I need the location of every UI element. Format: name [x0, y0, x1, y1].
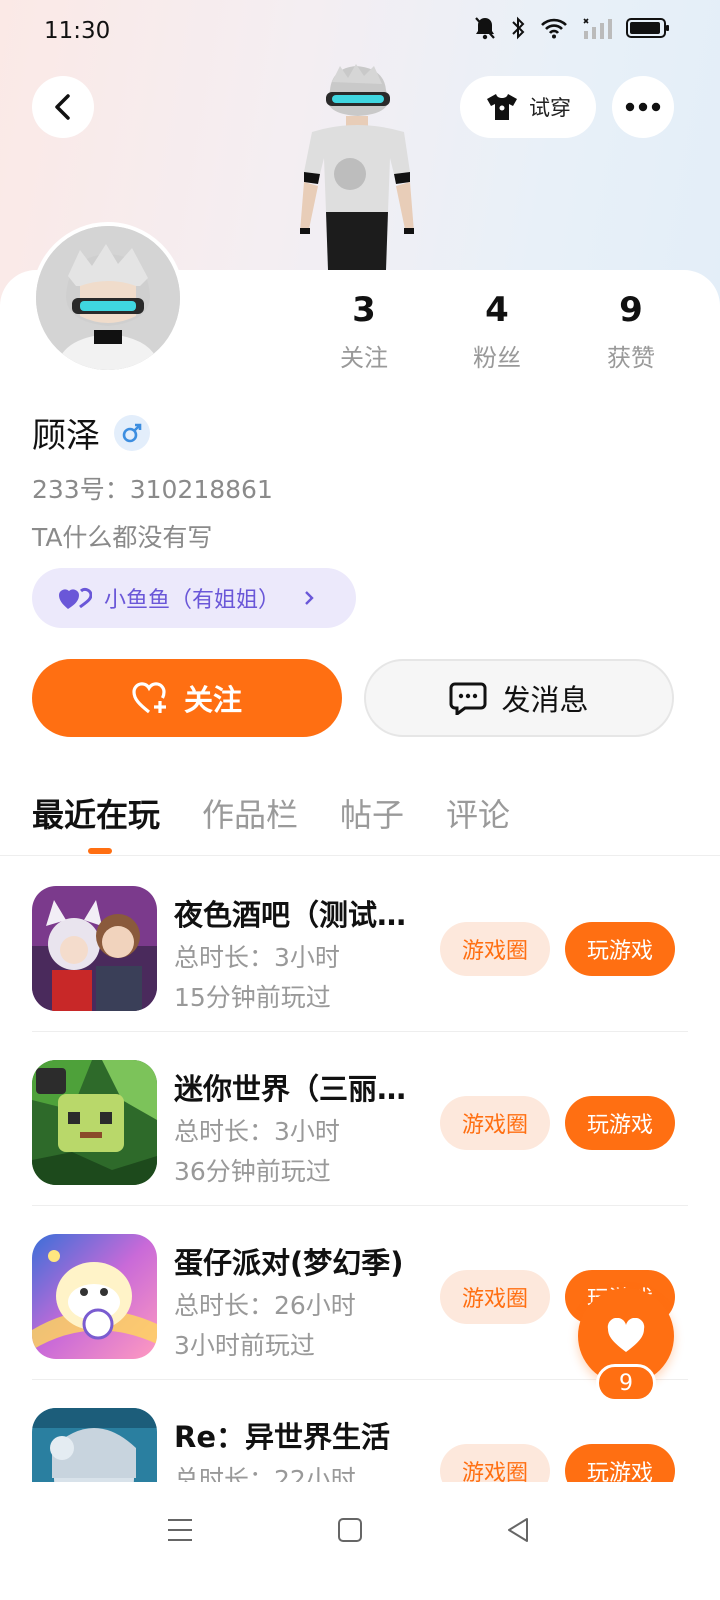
message-label: 发消息	[501, 683, 589, 717]
battery-icon	[626, 18, 669, 38]
avatar[interactable]	[32, 222, 184, 374]
stat-fans-label: 粉丝	[473, 344, 521, 372]
avatar-image	[36, 226, 180, 370]
game-title: Re：异世界生活	[174, 1420, 390, 1454]
user-name: 顾泽	[32, 416, 100, 456]
try-on-label: 试穿	[529, 96, 571, 120]
status-bar: 11:30	[0, 0, 720, 64]
stat-following-label: 关注	[340, 344, 388, 372]
game-title: 夜色酒吧（测试服）	[174, 898, 424, 932]
game-last-played: 15分钟前玩过	[174, 983, 331, 1012]
home-icon	[338, 1518, 362, 1542]
tab-divider	[0, 855, 720, 856]
relation-label: 小鱼鱼（有姐姐）	[104, 588, 281, 613]
chat-icon	[449, 682, 487, 715]
game-duration: 总时长：3小时	[174, 943, 340, 972]
game-duration: 总时长：22小时	[174, 1465, 356, 1482]
double-heart-icon	[59, 587, 92, 609]
game-row[interactable]: 迷你世界（三丽鸥） 总时长：3小时 36分钟前玩过 游戏圈 玩游戏	[0, 1032, 720, 1206]
status-time: 11:30	[44, 18, 111, 44]
message-button[interactable]: 发消息	[364, 659, 674, 737]
game-icon-image	[32, 886, 157, 1011]
play-game-button[interactable]: 玩游戏	[565, 1096, 675, 1150]
game-icon-image	[32, 1234, 157, 1359]
menu-nav-button[interactable]	[160, 1510, 200, 1550]
tab-posts[interactable]: 帖子	[340, 790, 404, 836]
back-nav-button[interactable]	[498, 1510, 538, 1550]
content-tabs: 最近在玩 作品栏 帖子 评论	[32, 790, 510, 836]
stat-following-count: 3	[352, 290, 376, 330]
tab-recent-play[interactable]: 最近在玩	[32, 790, 160, 836]
try-on-button[interactable]: 试穿	[460, 76, 596, 138]
mute-icon	[475, 17, 495, 40]
follow-label: 关注	[183, 683, 242, 717]
gender-badge	[114, 414, 150, 451]
heart-icon	[607, 1318, 645, 1352]
game-circle-button[interactable]: 游戏圈	[440, 1444, 550, 1482]
system-nav-bar	[0, 1482, 720, 1600]
game-duration: 总时长：3小时	[174, 1117, 340, 1146]
stat-likes[interactable]: 9 获赞	[571, 290, 691, 373]
heart-add-icon	[132, 682, 166, 714]
game-duration: 总时长：26小时	[174, 1291, 356, 1320]
game-last-played: 3小时前玩过	[174, 1331, 315, 1360]
game-circle-button[interactable]: 游戏圈	[440, 1096, 550, 1150]
user-id: 233号：310218861	[32, 475, 273, 504]
stat-fans[interactable]: 4 粉丝	[437, 290, 557, 373]
more-icon	[625, 102, 661, 112]
name-row: 顾泽	[32, 408, 150, 457]
more-button[interactable]	[612, 76, 674, 138]
avatar-3d-figure[interactable]	[292, 62, 422, 270]
stat-following[interactable]: 3 关注	[304, 290, 424, 373]
game-icon-image	[32, 1408, 157, 1482]
menu-icon	[168, 1519, 192, 1541]
status-icons	[474, 16, 670, 40]
signal-icon	[583, 18, 612, 39]
relation-chip[interactable]: 小鱼鱼（有姐姐）	[32, 568, 356, 628]
game-icon-image	[32, 1060, 157, 1185]
chevron-right-icon	[305, 591, 314, 605]
game-title: 蛋仔派对(梦幻季)	[174, 1246, 404, 1280]
user-bio: TA什么都没有写	[32, 523, 213, 552]
game-circle-button[interactable]: 游戏圈	[440, 1270, 550, 1324]
tab-works[interactable]: 作品栏	[202, 790, 298, 836]
tab-comments[interactable]: 评论	[446, 790, 510, 836]
game-last-played: 36分钟前玩过	[174, 1157, 331, 1186]
bluetooth-icon	[512, 16, 525, 40]
game-title: 迷你世界（三丽鸥）	[174, 1072, 424, 1106]
like-count-badge: 9	[596, 1364, 656, 1402]
profile-stats: 3 关注 4 粉丝 9 获赞	[300, 290, 700, 380]
game-circle-button[interactable]: 游戏圈	[440, 922, 550, 976]
male-icon	[122, 423, 142, 442]
stat-likes-count: 9	[619, 290, 643, 330]
home-nav-button[interactable]	[330, 1510, 370, 1550]
tshirt-icon	[487, 94, 517, 120]
follow-button[interactable]: 关注	[32, 659, 342, 737]
stat-fans-count: 4	[485, 290, 509, 330]
back-icon	[508, 1518, 528, 1542]
back-button[interactable]	[32, 76, 94, 138]
back-arrow-icon	[55, 94, 70, 120]
stat-likes-label: 获赞	[607, 344, 655, 372]
tab-indicator	[88, 848, 112, 854]
wifi-icon	[541, 18, 567, 39]
play-game-button[interactable]: 玩游戏	[565, 1444, 675, 1482]
play-game-button[interactable]: 玩游戏	[565, 922, 675, 976]
game-row[interactable]: 夜色酒吧（测试服） 总时长：3小时 15分钟前玩过 游戏圈 玩游戏	[0, 858, 720, 1032]
